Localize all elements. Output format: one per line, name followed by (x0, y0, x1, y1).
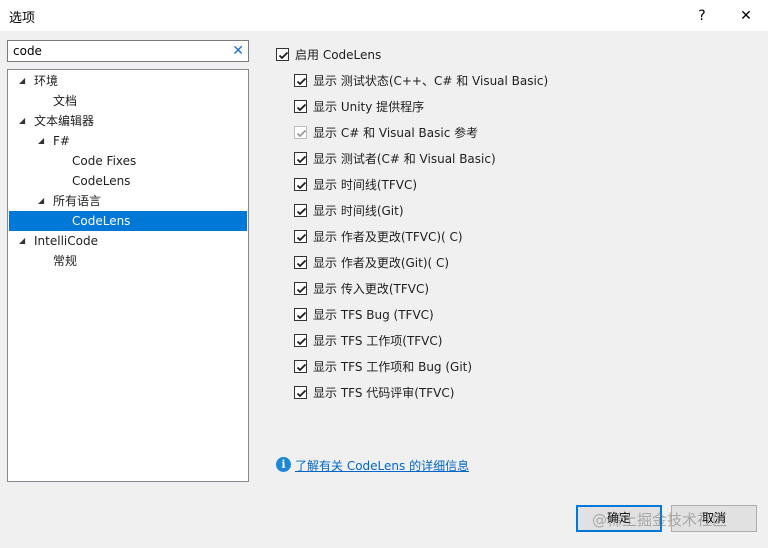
checkbox-label: 显示 时间线(Git) (313, 204, 404, 218)
tree-item-label: CodeLens (72, 214, 131, 228)
info-icon: i (276, 457, 291, 472)
tree-item[interactable]: ◢ F# (9, 131, 247, 151)
tree-item-label: F# (53, 134, 70, 148)
checkbox-label: 显示 测试状态(C++、C# 和 Visual Basic) (313, 74, 549, 88)
help-button[interactable]: ? (680, 0, 724, 31)
tree-item[interactable]: ◢ 环境 (9, 71, 247, 91)
tree-item-label: 所有语言 (53, 194, 102, 208)
tree-item[interactable]: 文档 (9, 91, 247, 111)
checkbox-label: 显示 作者及更改(Git)( C) (313, 256, 450, 270)
tree-item-label: 文本编辑器 (34, 114, 95, 128)
checkbox[interactable] (294, 100, 307, 113)
checkbox-label: 显示 TFS 代码评审(TFVC) (313, 386, 455, 400)
checkbox[interactable] (294, 126, 307, 139)
expand-arrow-icon[interactable]: ◢ (38, 191, 44, 211)
tree-item-label: CodeLens (72, 174, 131, 188)
learn-more-link[interactable]: 了解有关 CodeLens 的详细信息 (295, 457, 469, 474)
checkbox[interactable] (276, 48, 289, 61)
checkbox-label: 显示 C# 和 Visual Basic 参考 (313, 126, 479, 140)
ok-button[interactable]: 确定 (576, 505, 662, 532)
checkbox-label: 显示 时间线(TFVC) (313, 178, 417, 192)
checkbox[interactable] (294, 386, 307, 399)
tree-item[interactable]: CodeLens (9, 211, 247, 231)
checkbox[interactable] (294, 74, 307, 87)
expand-arrow-icon[interactable]: ◢ (19, 231, 25, 251)
expand-arrow-icon[interactable]: ◢ (19, 71, 25, 91)
window-title: 选项 (9, 11, 36, 26)
tree-item-label: Code Fixes (72, 154, 137, 168)
tree-item-label: IntelliCode (34, 234, 98, 248)
search-value: code (13, 44, 42, 58)
tree-item-label: 文档 (53, 94, 78, 108)
checkbox-label: 显示 TFS 工作项和 Bug (Git) (313, 360, 473, 374)
checkbox[interactable] (294, 256, 307, 269)
tree-item[interactable]: ◢ 所有语言 (9, 191, 247, 211)
tree-item-label: 常规 (53, 254, 78, 268)
options-tree: ◢ 环境 文档 ◢ 文本编辑器 ◢ F# Code Fixes CodeLens ◢ 所有语言 Cod… (7, 69, 249, 482)
checkbox[interactable] (294, 204, 307, 217)
checkbox[interactable] (294, 282, 307, 295)
expand-arrow-icon[interactable]: ◢ (19, 111, 25, 131)
tree-item-label: 环境 (34, 74, 59, 88)
close-button[interactable]: ✕ (724, 0, 768, 31)
checkbox-label: 显示 传入更改(TFVC) (313, 282, 429, 296)
checkbox[interactable] (294, 230, 307, 243)
search-input[interactable]: code ✕ (7, 40, 249, 62)
checkbox[interactable] (294, 308, 307, 321)
checkbox-label: 显示 作者及更改(TFVC)( C) (313, 230, 463, 244)
tree-item[interactable]: 常规 (9, 251, 247, 271)
title-bar: 选项 ? ✕ (0, 0, 768, 31)
tree-item[interactable]: ◢ 文本编辑器 (9, 111, 247, 131)
tree-item[interactable]: CodeLens (9, 171, 247, 191)
checkbox-label: 显示 TFS 工作项(TFVC) (313, 334, 443, 348)
tree-item[interactable]: ◢ IntelliCode (9, 231, 247, 251)
expand-arrow-icon[interactable]: ◢ (38, 131, 44, 151)
checkbox-label: 显示 测试者(C# 和 Visual Basic) (313, 152, 496, 166)
checkbox-label: 显示 Unity 提供程序 (313, 100, 425, 114)
checkbox[interactable] (294, 178, 307, 191)
checkbox[interactable] (294, 334, 307, 347)
clear-search-icon[interactable]: ✕ (232, 43, 244, 59)
tree-item[interactable]: Code Fixes (9, 151, 247, 171)
checkbox-label: 显示 TFS Bug (TFVC) (313, 308, 434, 322)
checkbox[interactable] (294, 360, 307, 373)
checkbox[interactable] (294, 152, 307, 165)
cancel-button[interactable]: 取消 (671, 505, 757, 532)
checkbox-label: 启用 CodeLens (295, 48, 382, 62)
